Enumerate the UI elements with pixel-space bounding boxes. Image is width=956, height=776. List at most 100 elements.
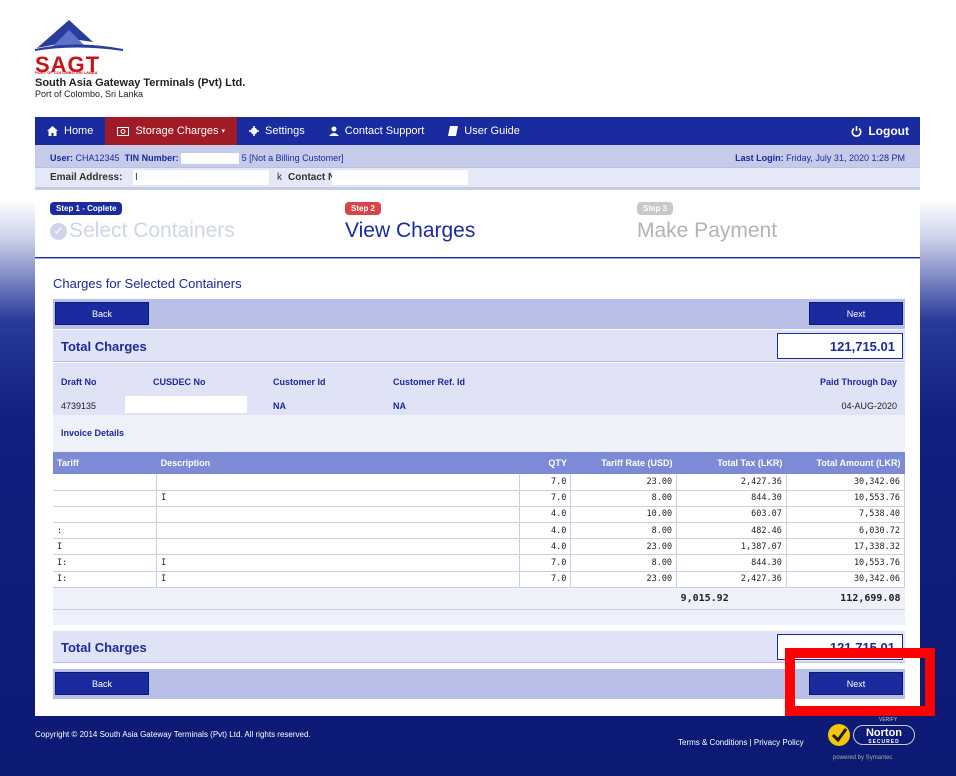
user-info-bar: User: CHA12345 TIN Number: 5 [Not a Bill… <box>35 145 920 190</box>
col-tariff-rate: Tariff Rate (USD) <box>570 452 677 474</box>
tariff-cell <box>53 474 158 491</box>
footer-copyright: Copyright © 2014 South Asia Gateway Term… <box>35 730 311 739</box>
description-cell <box>156 538 520 556</box>
page: SAGT South Asia Gateway Terminals (Pvt) … <box>35 0 935 776</box>
invoice-table: Tariff Description QTY Tariff Rate (USD)… <box>53 452 906 610</box>
contact-prefix: k <box>277 172 282 183</box>
top-button-bar: Back Next <box>53 299 905 329</box>
total-value-top: 121,715.01 <box>777 333 903 359</box>
logout-button[interactable]: Logout <box>839 117 920 145</box>
customer-id-value: NA <box>273 401 286 411</box>
draft-no-header: Draft No <box>61 377 97 387</box>
col-tariff: Tariff <box>53 452 157 474</box>
rate-cell: 8.00 <box>570 490 678 507</box>
back-button-bottom[interactable]: Back <box>55 672 149 695</box>
invoice-details: Invoice Details Tariff Description QTY T… <box>53 415 906 625</box>
gear-icon <box>249 126 260 136</box>
user-value: CHA12345 <box>75 153 120 163</box>
tax-cell: 2,427.36 <box>676 571 787 588</box>
tariff-cell <box>53 506 158 524</box>
nav-storage-charges[interactable]: Storage Charges ▾ <box>105 117 238 145</box>
rate-cell: 10.00 <box>570 506 678 524</box>
description-cell <box>156 474 520 491</box>
sagt-logo-icon <box>35 20 123 51</box>
step-3-title: Make Payment <box>637 219 778 242</box>
tax-cell: 844.30 <box>676 490 787 507</box>
bottom-button-bar: Back Next <box>53 669 905 699</box>
table-row: I: I 7.0 23.00 2,427.36 30,342.06 <box>53 571 906 588</box>
amount-cell: 17,338.32 <box>786 538 906 556</box>
nav-settings-label: Settings <box>265 125 305 137</box>
tariff-cell: I: <box>53 571 158 588</box>
user-label: User: <box>50 153 74 163</box>
company-name: South Asia Gateway Terminals (Pvt) Ltd. <box>35 77 246 89</box>
email-redacted <box>133 170 269 185</box>
tin-redacted <box>181 153 240 165</box>
header-logo-area: SAGT South Asia Gateway Terminals (Pvt) … <box>35 18 435 113</box>
description-cell: I <box>156 554 520 572</box>
money-icon <box>117 126 130 136</box>
book-icon <box>448 126 459 136</box>
norton-text: Norton <box>865 727 903 739</box>
rate-cell: 23.00 <box>570 571 678 588</box>
tax-cell: 844.30 <box>676 554 787 572</box>
nav-home-label: Home <box>64 125 94 137</box>
step-1: Step 1 - Coplete ✓ Select Containers <box>50 202 235 243</box>
draft-no-value: 4739135 <box>61 401 97 411</box>
empty-cell <box>156 587 520 610</box>
table-row: 7.0 23.00 2,427.36 30,342.06 <box>53 474 906 491</box>
step-2-badge: Step 2 <box>345 202 382 215</box>
norton-seal: VERIFY Norton SECURED powered by Symante… <box>827 717 919 767</box>
norton-powered: powered by Symantec <box>833 755 893 761</box>
back-button-top[interactable]: Back <box>55 302 149 325</box>
col-total-amount: Total Amount (LKR) <box>786 452 905 474</box>
nav-settings[interactable]: Settings <box>237 117 317 145</box>
home-icon <box>47 126 58 136</box>
email-label: Email Address: <box>50 172 123 183</box>
rate-cell: 23.00 <box>570 538 678 556</box>
section-title: Charges for Selected Containers <box>53 276 242 291</box>
logo-subtext: PORT OF COLOMBO SRI LANKA <box>35 70 98 75</box>
paid-through-value: 04-AUG-2020 <box>841 401 897 411</box>
empty-cell <box>53 587 157 610</box>
col-description: Description <box>156 452 520 474</box>
qty-cell: 4.0 <box>519 538 572 556</box>
sum-amount: 112,699.08 <box>786 587 905 610</box>
rate-cell: 23.00 <box>570 474 678 491</box>
highlight-annotation <box>785 648 935 716</box>
tariff-cell: I <box>53 538 158 556</box>
main-navbar: Home Storage Charges ▾ Settings Contact … <box>35 117 920 145</box>
table-row: : 4.0 8.00 482.46 6,030.72 <box>53 522 906 540</box>
last-login-label: Last Login: <box>735 153 784 163</box>
contact-redacted <box>332 170 468 185</box>
invoice-header-row: Tariff Description QTY Tariff Rate (USD)… <box>53 452 905 474</box>
total-label-bottom: Total Charges <box>61 640 147 655</box>
rate-cell: 8.00 <box>570 554 678 572</box>
nav-home[interactable]: Home <box>35 117 105 145</box>
nav-support-label: Contact Support <box>344 125 425 137</box>
footer-links[interactable]: Terms & Conditions | Privacy Policy <box>678 738 804 747</box>
step-1-badge: Step 1 - Coplete <box>50 202 123 215</box>
table-row: I 7.0 8.00 844.30 10,553.76 <box>53 490 906 507</box>
logout-label: Logout <box>868 124 909 138</box>
empty-cell <box>570 587 677 610</box>
table-row: 4.0 10.00 603.07 7,538.40 <box>53 506 906 524</box>
cusdec-redacted <box>125 396 247 413</box>
nav-contact-support[interactable]: Contact Support <box>317 117 437 145</box>
step-2-title: View Charges <box>345 219 476 242</box>
description-redacted <box>157 506 343 523</box>
tariff-cell: I: <box>53 554 158 572</box>
paid-through-header: Paid Through Day <box>819 377 897 387</box>
next-button-top[interactable]: Next <box>809 302 903 325</box>
qty-cell: 4.0 <box>519 522 572 540</box>
tax-cell: 482.46 <box>676 522 787 540</box>
step-1-title: ✓ Select Containers <box>50 219 235 243</box>
customer-id-header: Customer Id <box>273 377 326 387</box>
company-location: Port of Colombo, Sri Lanka <box>35 89 144 99</box>
nav-user-guide[interactable]: User Guide <box>436 117 532 145</box>
amount-cell: 30,342.06 <box>786 474 906 491</box>
norton-badge: Norton SECURED <box>853 725 915 745</box>
amount-cell: 7,538.40 <box>786 506 906 524</box>
chevron-down-icon: ▾ <box>221 128 226 135</box>
nav-storage-label: Storage Charges <box>135 125 219 137</box>
